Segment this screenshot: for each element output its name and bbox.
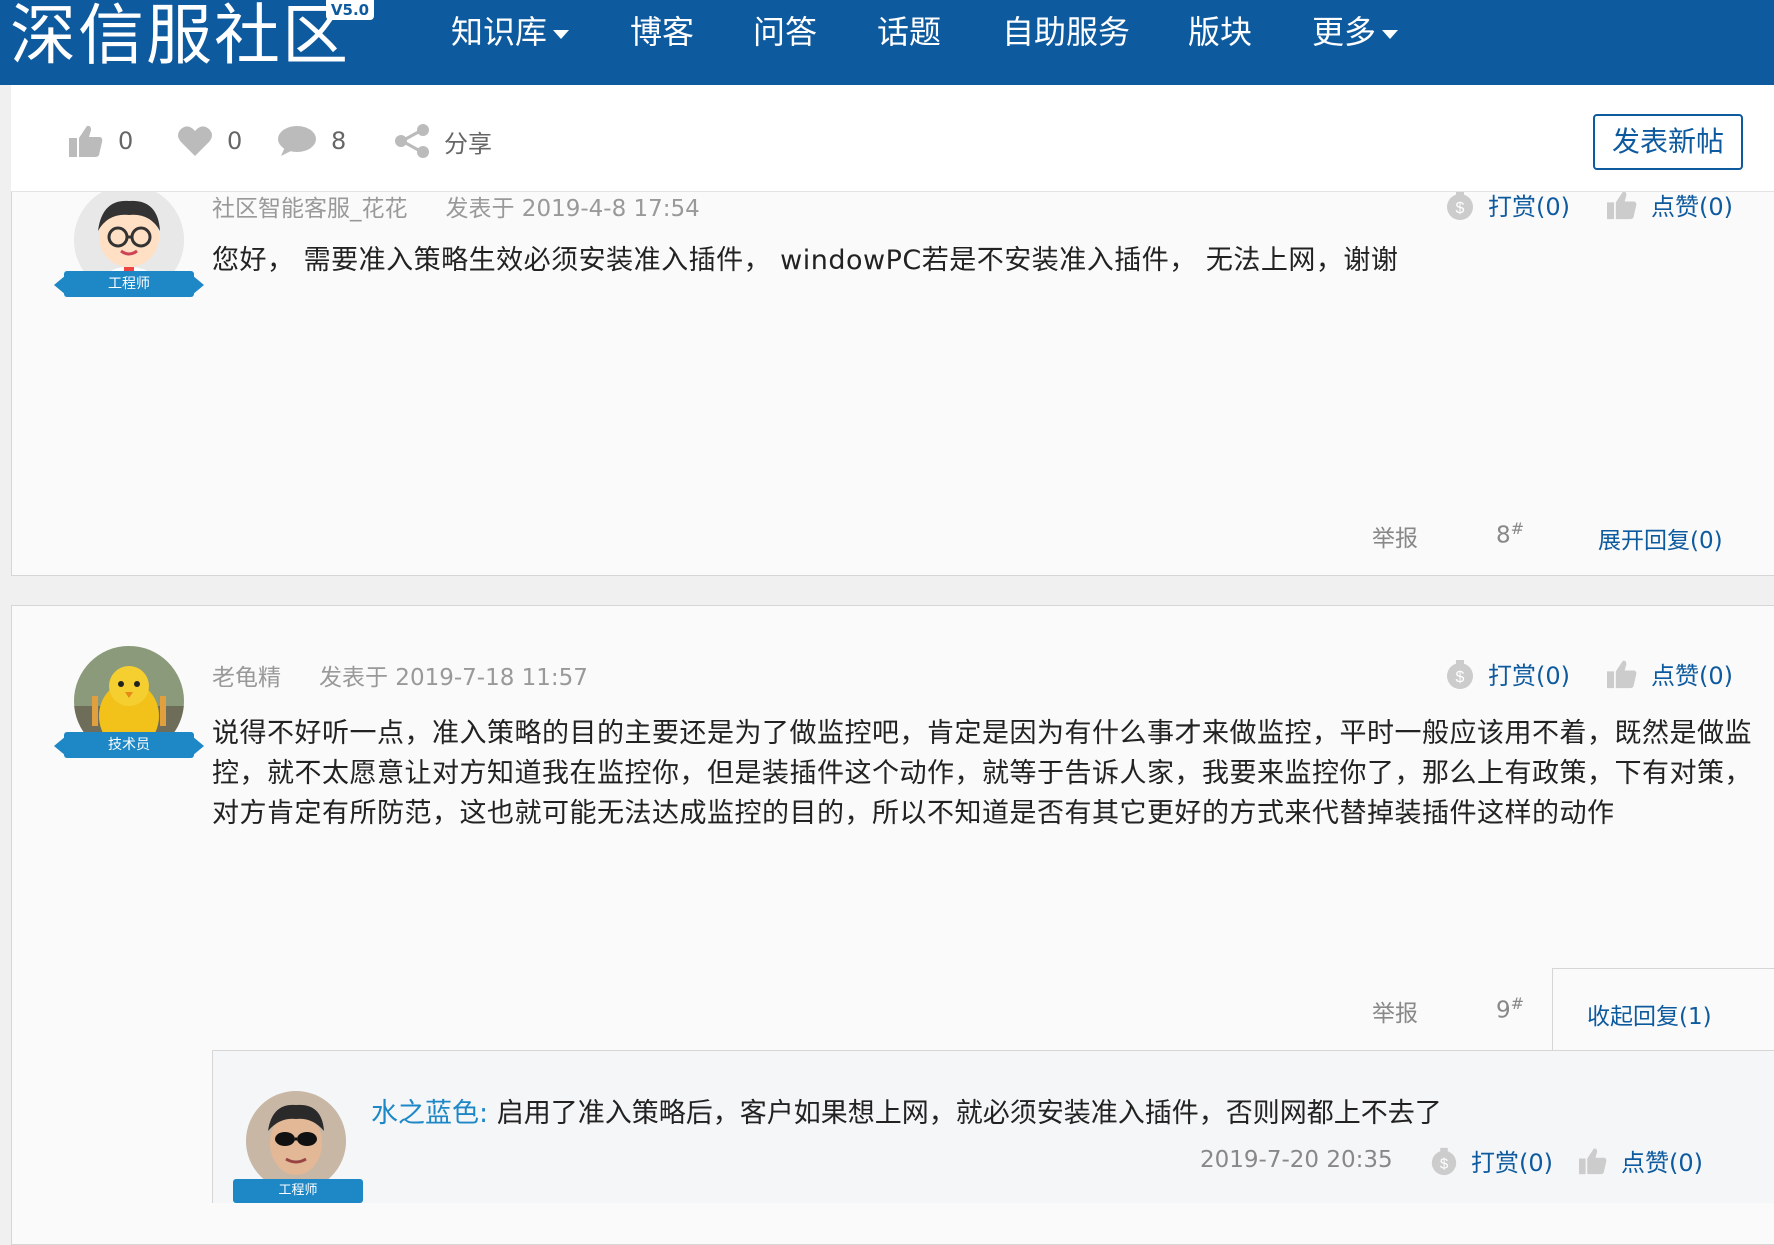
reward-label: 打赏(0)	[1488, 662, 1570, 690]
role-badge: 工程师	[54, 271, 204, 297]
favorite-action[interactable]: 0	[177, 121, 242, 161]
chevron-down-icon	[553, 29, 570, 39]
favorite-count: 0	[227, 127, 243, 155]
report-link[interactable]: 举报	[1372, 994, 1418, 1028]
reply-text: 水之蓝色: 启用了准入策略后，客户如果想上网，就必须安装准入插件，否则网都上不去…	[371, 1091, 1442, 1130]
nav-item-label: 知识库	[451, 13, 548, 51]
svg-text:$: $	[1456, 200, 1465, 217]
nav-item-label: 版块	[1188, 13, 1253, 51]
nested-reply: 工程师 水之蓝色: 启用了准入策略后，客户如果想上网，就必须安装准入插件，否则网…	[212, 1050, 1774, 1203]
reply-toggle-tab: 收起回复(1)	[1552, 968, 1774, 1051]
post-meta: 老龟精 发表于 2019-7-18 11:57	[212, 658, 588, 692]
chevron-down-icon	[1382, 29, 1399, 39]
nav-item-topics[interactable]: 话题	[877, 0, 941, 64]
floor-number: 9#	[1496, 994, 1524, 1024]
share-icon	[395, 124, 429, 158]
post-meta: 社区智能客服_花花 发表于 2019-4-8 17:54	[212, 189, 700, 223]
comment-icon	[278, 126, 316, 156]
post-action-bar: 0 0 8 分享 发表新帖	[11, 85, 1774, 192]
site-logo[interactable]: 深信服社区	[10, 0, 350, 72]
thumbs-up-icon	[69, 125, 103, 157]
nav-item-boards[interactable]: 版块	[1188, 0, 1252, 64]
floor-number-value: 9	[1496, 997, 1511, 1024]
expand-replies-link[interactable]: 展开回复(0)	[1598, 521, 1723, 555]
nav-item-more[interactable]: 更多	[1312, 0, 1399, 64]
post-content: 您好， 需要准入策略生效必须安装准入插件， windowPC若是不安装准入插件，…	[212, 245, 1399, 276]
comment-action[interactable]: 8	[277, 121, 346, 161]
share-label: 分享	[444, 129, 492, 158]
avatar[interactable]	[246, 1091, 346, 1191]
money-bag-icon: $	[1447, 659, 1473, 689]
role-badge: 工程师	[233, 1179, 363, 1203]
like-label: 点赞(0)	[1651, 193, 1733, 221]
floor-number-value: 8	[1496, 522, 1511, 549]
reward-button[interactable]: $ 打赏(0)	[1444, 656, 1570, 691]
author-name[interactable]: 社区智能客服_花花	[212, 196, 408, 222]
new-post-button[interactable]: 发表新帖	[1593, 114, 1743, 170]
nav-item-label: 博客	[630, 13, 695, 51]
like-button[interactable]: 点赞(0)	[1605, 187, 1733, 222]
svg-text:$: $	[1456, 669, 1465, 686]
reply-author[interactable]: 水之蓝色:	[371, 1098, 488, 1129]
thumbs-up-action[interactable]: 0	[68, 121, 133, 161]
nav-item-blog[interactable]: 博客	[630, 0, 694, 64]
money-bag-icon: $	[1431, 1147, 1457, 1175]
collapse-replies-link[interactable]: 收起回复(1)	[1587, 997, 1712, 1031]
svg-text:$: $	[1440, 1155, 1449, 1172]
floor-number: 8#	[1496, 519, 1524, 549]
post-time: 发表于 2019-4-8 17:54	[445, 196, 700, 222]
heart-icon	[178, 126, 212, 156]
nav-item-qa[interactable]: 问答	[753, 0, 817, 64]
money-bag-icon: $	[1447, 190, 1473, 220]
nav-item-label: 话题	[877, 13, 942, 51]
author-avatar-block: 工程师	[52, 185, 204, 315]
user-photo-avatar-image	[246, 1091, 346, 1191]
thumbs-up-icon	[1579, 1148, 1607, 1174]
comment-count: 8	[331, 127, 347, 155]
share-action[interactable]: 分享	[394, 121, 492, 161]
logo-version-badge: V5.0	[326, 0, 374, 20]
floor-mark: #	[1510, 519, 1525, 538]
nav-item-label: 更多	[1312, 13, 1377, 51]
author-name[interactable]: 老龟精	[212, 665, 281, 691]
top-navbar: 深信服社区 V5.0 知识库 博客 问答 话题 自助服务 版块 更多	[0, 0, 1774, 85]
role-badge: 技术员	[54, 732, 204, 758]
reply-time: 2019-7-20 20:35	[1200, 1147, 1393, 1173]
nav-item-label: 自助服务	[1002, 13, 1131, 51]
reward-label: 打赏(0)	[1488, 193, 1570, 221]
like-button[interactable]: 点赞(0)	[1577, 1143, 1703, 1178]
thumbs-up-icon	[1607, 660, 1637, 688]
reward-button[interactable]: $ 打赏(0)	[1429, 1143, 1553, 1178]
like-button[interactable]: 点赞(0)	[1605, 656, 1733, 691]
like-label: 点赞(0)	[1621, 1149, 1703, 1177]
thumbs-up-icon	[1607, 191, 1637, 219]
floor-mark: #	[1510, 994, 1525, 1013]
nav-item-label: 问答	[753, 13, 818, 51]
post-time: 发表于 2019-7-18 11:57	[319, 665, 588, 691]
nav-item-self-service[interactable]: 自助服务	[1002, 0, 1130, 64]
reward-button[interactable]: $ 打赏(0)	[1444, 187, 1570, 222]
reply-message: 启用了准入策略后，客户如果想上网，就必须安装准入插件，否则网都上不去了	[496, 1098, 1442, 1129]
like-label: 点赞(0)	[1651, 662, 1733, 690]
report-link[interactable]: 举报	[1372, 519, 1418, 553]
nav-item-knowledge-base[interactable]: 知识库	[451, 0, 570, 64]
post-content: 说得不好听一点，准入策略的目的主要还是为了做监控吧，肯定是因为有什么事才来做监控…	[212, 718, 1752, 829]
thumbs-up-count: 0	[118, 127, 134, 155]
author-avatar-block: 技术员	[52, 646, 204, 776]
reward-label: 打赏(0)	[1471, 1149, 1553, 1177]
